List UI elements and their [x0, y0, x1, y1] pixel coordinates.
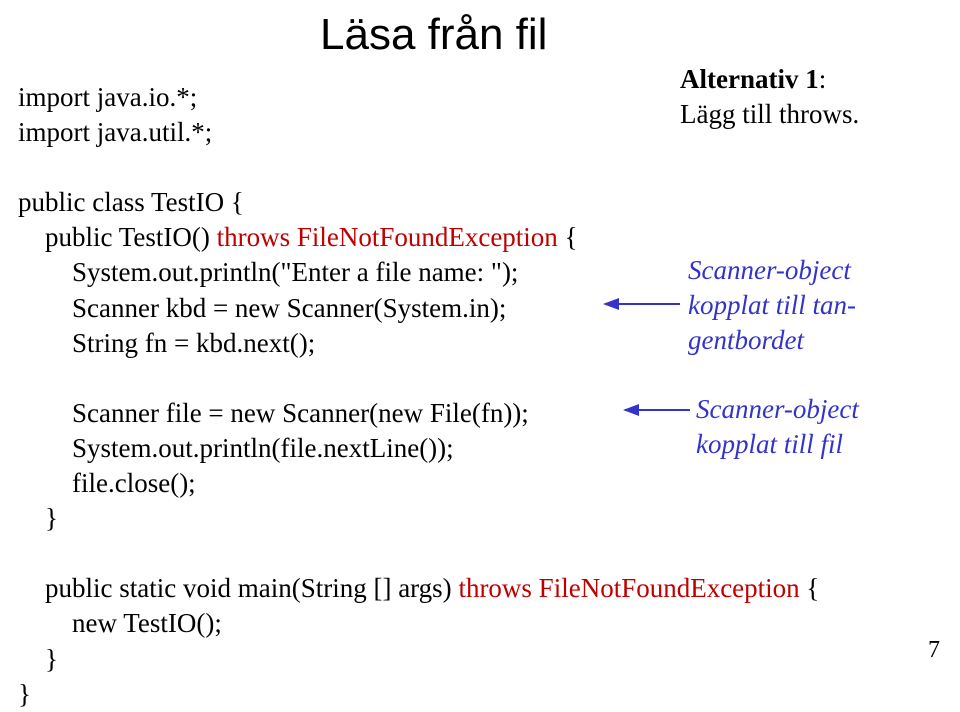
annotation-text: gentbordet	[688, 323, 856, 358]
code-line: }	[18, 677, 942, 712]
annotation-title: Alternativ 1	[680, 64, 819, 94]
page-number: 7	[928, 635, 940, 666]
annotation-alternative: Alternativ 1: Lägg till throws.	[680, 62, 859, 132]
page-title: Läsa från fil	[320, 6, 547, 63]
annotation-text: Lägg till throws.	[680, 97, 859, 132]
annotation-text: Scanner-object	[688, 253, 856, 288]
code-line	[18, 361, 942, 396]
code-line: file.close();	[18, 466, 942, 501]
annotation-scanner-kbd: Scanner-object kopplat till tan- gentbor…	[688, 253, 856, 358]
code-line	[18, 150, 942, 185]
code-line: }	[18, 642, 942, 677]
annotation-scanner-file: Scanner-object kopplat till fil	[696, 392, 859, 462]
code-line	[18, 536, 942, 571]
code-line: public TestIO() throws FileNotFoundExcep…	[18, 220, 942, 255]
code-line: new TestIO();	[18, 606, 942, 641]
code-line: }	[18, 501, 942, 536]
annotation-text: Scanner-object	[696, 392, 859, 427]
code-line: public static void main(String [] args) …	[18, 571, 942, 606]
annotation-text: kopplat till fil	[696, 427, 859, 462]
throws-keyword: throws FileNotFoundException	[217, 222, 558, 252]
code-line: public class TestIO {	[18, 185, 942, 220]
annotation-text: kopplat till tan-	[688, 288, 856, 323]
throws-keyword: throws FileNotFoundException	[458, 573, 799, 603]
